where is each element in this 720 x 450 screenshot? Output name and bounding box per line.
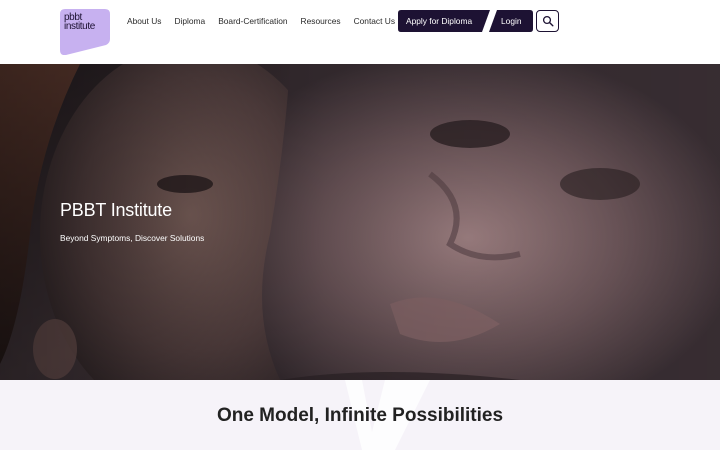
hero-banner: PBBT Institute Beyond Symptoms, Discover… [0,64,720,380]
section-title: One Model, Infinite Possibilities [216,405,504,426]
hero-title: PBBT Institute [60,200,172,220]
intro-section: One Model, Infinite Possibilities [0,380,720,450]
nav-item-board-certification[interactable]: Board-Certification [218,15,287,27]
hero-subtitle: Beyond Symptoms, Discover Solutions [60,233,205,243]
hero-background-image [0,64,720,380]
search-button[interactable] [536,10,559,32]
apply-button-label: Apply for Diploma [406,16,473,26]
login-button-label: Login [501,16,522,26]
logo-wordmark: pbbt institute [64,13,95,32]
site-header: pbbt institute About Us Diploma Board-Ce… [0,0,720,65]
pbbt-logo[interactable]: pbbt institute [60,9,110,55]
nav-item-resources[interactable]: Resources [301,15,341,27]
search-icon [542,15,554,27]
nav-item-contact-us[interactable]: Contact Us [354,15,395,27]
nav-item-about-us[interactable]: About Us [127,15,161,27]
login-button[interactable]: Login [489,10,533,32]
apply-for-diploma-button[interactable]: Apply for Diploma [398,10,490,32]
main-nav: About Us Diploma Board-Certification Res… [127,15,408,27]
logo-line-2: institute [64,21,95,32]
nav-item-diploma[interactable]: Diploma [174,15,205,27]
